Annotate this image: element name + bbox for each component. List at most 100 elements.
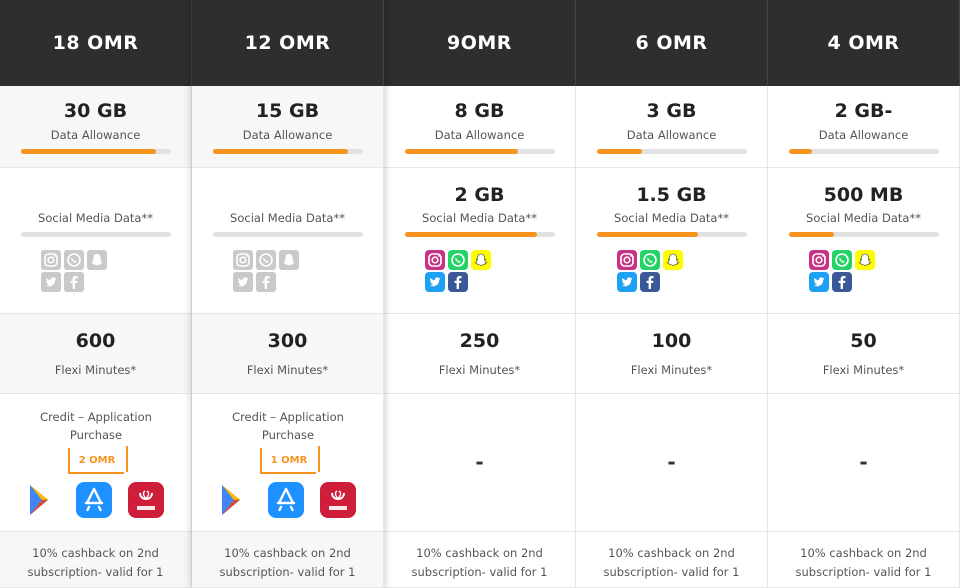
minutes-amount: 50: [850, 330, 877, 352]
social-icons: [425, 250, 505, 294]
credit-dash: -: [475, 450, 484, 474]
app-store-icon[interactable]: [268, 482, 304, 518]
data-progress-fill: [21, 149, 156, 154]
data-allowance-cell: 2 GB- Data Allowance: [768, 86, 960, 168]
minutes-cell: 300 Flexi Minutes*: [192, 314, 384, 394]
credit-cell: Credit – Application Purchase 2 OMR: [0, 394, 192, 532]
whatsapp-icon: [256, 250, 276, 270]
social-label: Social Media Data**: [422, 211, 537, 225]
data-progress-fill: [789, 149, 812, 154]
plan-price-header: 18 OMR: [0, 0, 192, 86]
credit-title: Credit – Application Purchase: [232, 410, 344, 442]
plan-price-header: 9OMR: [384, 0, 576, 86]
social-progress-fill: [405, 232, 537, 237]
twitter-icon: [41, 272, 61, 292]
plan-price-header: 4 OMR: [768, 0, 960, 86]
credit-cell: -: [768, 394, 960, 532]
minutes-amount: 100: [651, 330, 692, 352]
facebook-icon: [448, 272, 468, 292]
whatsapp-icon: [832, 250, 852, 270]
social-progress-bar: [21, 232, 171, 237]
data-amount: 30 GB: [63, 100, 128, 122]
cashback-line-1: 10% cashback on 2nd: [800, 546, 927, 560]
minutes-amount: 300: [267, 330, 308, 352]
data-allowance-cell: 8 GB Data Allowance: [384, 86, 576, 168]
cashback-line-1: 10% cashback on 2nd: [416, 546, 543, 560]
plan-price-header: 12 OMR: [192, 0, 384, 86]
plan-column-18-omr: 18 OMR 30 GB Data Allowance Social Media…: [0, 0, 192, 588]
plan-price-header: 6 OMR: [576, 0, 768, 86]
snapchat-icon: [87, 250, 107, 270]
twitter-icon: [617, 272, 637, 292]
app-store-icon[interactable]: [76, 482, 112, 518]
social-label: Social Media Data**: [230, 211, 345, 225]
facebook-icon: [64, 272, 84, 292]
cashback-cell: 10% cashback on 2nd subscription- valid …: [0, 532, 192, 588]
social-progress-fill: [789, 232, 834, 237]
minutes-amount: 250: [459, 330, 500, 352]
instagram-icon: [809, 250, 829, 270]
cashback-cell: 10% cashback on 2nd subscription- valid …: [192, 532, 384, 588]
social-progress-bar: [597, 232, 747, 237]
instagram-icon: [425, 250, 445, 270]
credit-cell: Credit – Application Purchase 1 OMR: [192, 394, 384, 532]
snapchat-icon: [471, 250, 491, 270]
minutes-amount: 600: [75, 330, 116, 352]
cashback-line-1: 10% cashback on 2nd: [32, 546, 159, 560]
pricing-table: 18 OMR 30 GB Data Allowance Social Media…: [0, 0, 960, 588]
social-progress-bar: [213, 232, 363, 237]
data-progress-fill: [597, 149, 642, 154]
plan-price: 18 OMR: [52, 32, 139, 54]
instagram-icon: [41, 250, 61, 270]
cashback-line-1: 10% cashback on 2nd: [608, 546, 735, 560]
minutes-cell: 600 Flexi Minutes*: [0, 314, 192, 394]
cashback-line-2: subscription- valid for 1: [603, 565, 740, 579]
plan-price: 4 OMR: [827, 32, 900, 54]
data-label: Data Allowance: [242, 128, 333, 142]
data-progress-fill: [405, 149, 518, 154]
social-amount: 2 GB: [454, 184, 505, 206]
whatsapp-icon: [64, 250, 84, 270]
google-play-icon[interactable]: [24, 482, 60, 518]
plan-column-9-omr: 9OMR 8 GB Data Allowance 2 GB Social Med…: [384, 0, 576, 588]
data-label: Data Allowance: [626, 128, 717, 142]
credit-cell: -: [576, 394, 768, 532]
credit-value-box: 1 OMR: [260, 446, 320, 474]
minutes-label: Flexi Minutes*: [822, 363, 905, 377]
data-allowance-cell: 30 GB Data Allowance: [0, 86, 192, 168]
credit-value: 2 OMR: [78, 454, 116, 466]
data-amount: 3 GB: [646, 100, 697, 122]
minutes-label: Flexi Minutes*: [630, 363, 713, 377]
cashback-line-2: subscription- valid for 1: [795, 565, 932, 579]
credit-value: 1 OMR: [270, 454, 308, 466]
data-progress-bar: [597, 149, 747, 154]
data-label: Data Allowance: [818, 128, 909, 142]
social-media-cell: 2 GB Social Media Data**: [384, 168, 576, 314]
instagram-icon: [617, 250, 637, 270]
cashback-line-2: subscription- valid for 1: [219, 565, 356, 579]
social-media-cell: 1.5 GB Social Media Data**: [576, 168, 768, 314]
app-icons: [216, 482, 366, 518]
plan-column-12-omr: 12 OMR 15 GB Data Allowance Social Media…: [192, 0, 384, 588]
data-amount: 2 GB-: [834, 100, 893, 122]
social-label: Social Media Data**: [614, 211, 729, 225]
twitter-icon: [233, 272, 253, 292]
plan-price: 12 OMR: [244, 32, 331, 54]
data-progress-bar: [21, 149, 171, 154]
data-progress-bar: [789, 149, 939, 154]
cashback-line-2: subscription- valid for 1: [27, 565, 164, 579]
social-media-cell: Social Media Data**: [0, 168, 192, 314]
minutes-cell: 100 Flexi Minutes*: [576, 314, 768, 394]
plan-column-6-omr: 6 OMR 3 GB Data Allowance 1.5 GB Social …: [576, 0, 768, 588]
social-icons: [809, 250, 889, 294]
social-progress-bar: [405, 232, 555, 237]
google-play-icon[interactable]: [216, 482, 252, 518]
huawei-appgallery-icon[interactable]: [320, 482, 356, 518]
cashback-cell: 10% cashback on 2nd subscription- valid …: [768, 532, 960, 588]
credit-dash: -: [859, 450, 868, 474]
cashback-cell: 10% cashback on 2nd subscription- valid …: [384, 532, 576, 588]
social-icons: [617, 250, 697, 294]
cashback-line-2: subscription- valid for 1: [411, 565, 548, 579]
social-progress-bar: [789, 232, 939, 237]
huawei-appgallery-icon[interactable]: [128, 482, 164, 518]
